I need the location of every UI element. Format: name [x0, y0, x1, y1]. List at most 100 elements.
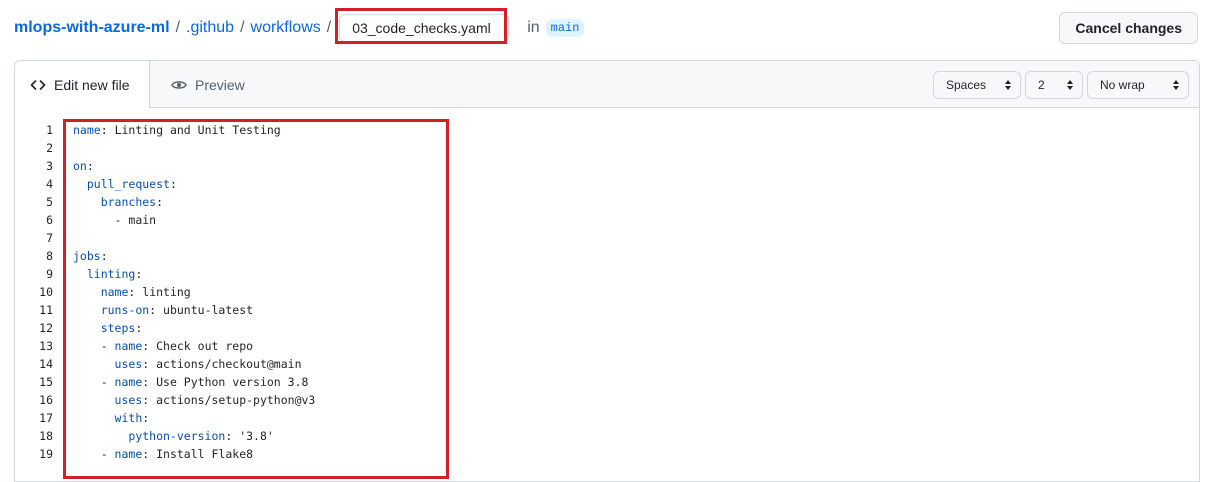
tab-edit-label: Edit new file: [54, 76, 130, 93]
code-editor[interactable]: 19 - name: Install Flake8 18 python-versi…: [15, 108, 1199, 481]
yaml-colon: :: [156, 195, 164, 209]
yaml-value: linting: [135, 285, 191, 299]
yaml-key: name: [100, 285, 129, 299]
yaml-key: uses: [114, 393, 143, 407]
line-number: 10: [39, 285, 53, 299]
breadcrumb-separator: /: [326, 19, 332, 36]
code-text: on:: [73, 157, 94, 175]
code-line[interactable]: 16 uses: actions/setup-python@v3: [15, 391, 1199, 409]
wrap-mode-value: No wrap: [1100, 78, 1145, 92]
line-number: 14: [39, 357, 53, 371]
code-line[interactable]: 15 - name: Use Python version 3.8: [15, 373, 1199, 391]
code-line[interactable]: 11 runs-on: ubuntu-latest: [15, 301, 1199, 319]
line-number: 1: [46, 123, 53, 137]
breadcrumb-separator: /: [175, 19, 181, 36]
code-line[interactable]: 19 - name: Install Flake8: [15, 445, 1199, 463]
breadcrumb: mlops-with-azure-ml / .github / workflow…: [14, 8, 585, 44]
yaml-key: name: [114, 447, 143, 461]
code-text: steps:: [73, 319, 143, 337]
code-brackets-icon: [30, 77, 46, 93]
code-text: jobs:: [73, 247, 108, 265]
code-text: uses: actions/setup-python@v3: [73, 391, 316, 409]
code-text: name: linting: [73, 283, 191, 301]
code-line[interactable]: 7: [15, 229, 1199, 247]
indent-mode-select[interactable]: Spaces: [933, 71, 1021, 99]
line-number: 11: [39, 303, 53, 317]
code-text: python-version: '3.8': [73, 427, 274, 445]
code-line[interactable]: 14 uses: actions/checkout@main: [15, 355, 1199, 373]
yaml-colon: :: [135, 267, 143, 281]
code-line[interactable]: 8 jobs:: [15, 247, 1199, 265]
yaml-value: - main: [114, 213, 157, 227]
yaml-colon: :: [135, 321, 143, 335]
breadcrumb-workflows-folder-link[interactable]: workflows: [251, 19, 321, 37]
cancel-changes-button[interactable]: Cancel changes: [1059, 12, 1198, 44]
line-number: 15: [39, 375, 53, 389]
indent-size-value: 2: [1038, 78, 1045, 92]
indent-size-select[interactable]: 2: [1025, 71, 1083, 99]
yaml-value: '3.8': [232, 429, 274, 443]
code-text: - name: Install Flake8: [73, 445, 253, 463]
filename-input[interactable]: [339, 14, 510, 42]
code-line[interactable]: 10 name: linting: [15, 283, 1199, 301]
tab-edit-new-file[interactable]: Edit new file: [15, 61, 150, 108]
code-line[interactable]: 2: [15, 139, 1199, 157]
line-number: 13: [39, 339, 53, 353]
breadcrumb-separator: /: [240, 19, 245, 36]
yaml-colon: :: [142, 411, 150, 425]
yaml-value: actions/checkout@main: [149, 357, 302, 371]
filename-field-wrapper: [335, 8, 510, 44]
code-line[interactable]: 13 - name: Check out repo: [15, 337, 1199, 355]
code-text: linting:: [73, 265, 142, 283]
code-text: - name: Check out repo: [73, 337, 253, 355]
line-number: 19: [39, 447, 53, 461]
code-text: uses: actions/checkout@main: [73, 355, 302, 373]
code-line[interactable]: 12 steps:: [15, 319, 1199, 337]
tab-preview-label: Preview: [195, 76, 245, 93]
code-line[interactable]: 6 - main: [15, 211, 1199, 229]
line-number: 2: [46, 141, 53, 155]
tab-preview[interactable]: Preview: [171, 61, 245, 108]
code-indent: -: [73, 447, 115, 461]
yaml-value: Check out repo: [149, 339, 254, 353]
up-down-arrows-icon: [1004, 79, 1012, 94]
yaml-key: linting: [86, 267, 136, 281]
breadcrumb-repo-link[interactable]: mlops-with-azure-ml: [14, 19, 170, 37]
line-number: 6: [46, 213, 53, 227]
breadcrumb-github-folder-link[interactable]: .github: [186, 19, 234, 37]
wrap-mode-select[interactable]: No wrap: [1087, 71, 1189, 99]
line-number: 17: [39, 411, 53, 425]
yaml-key: with: [114, 411, 143, 425]
code-line[interactable]: 5 branches:: [15, 193, 1199, 211]
yaml-colon: :: [100, 123, 108, 137]
yaml-key: steps: [100, 321, 136, 335]
code-line[interactable]: 18 python-version: '3.8': [15, 427, 1199, 445]
yaml-colon: :: [169, 177, 177, 191]
yaml-colon: :: [100, 249, 108, 263]
yaml-key: pull_request: [86, 177, 170, 191]
code-line[interactable]: 17 with:: [15, 409, 1199, 427]
yaml-key: name: [114, 375, 143, 389]
yaml-key: runs-on: [100, 303, 150, 317]
branch-badge[interactable]: main: [545, 19, 585, 37]
code-line[interactable]: 9 linting:: [15, 265, 1199, 283]
line-number: 5: [46, 195, 53, 209]
code-line[interactable]: 4 pull_request:: [15, 175, 1199, 193]
code-line[interactable]: 1 name: Linting and Unit Testing: [15, 121, 1199, 139]
yaml-colon: :: [86, 159, 94, 173]
code-line[interactable]: 3 on:: [15, 157, 1199, 175]
code-text: name: Linting and Unit Testing: [73, 121, 281, 139]
yaml-value: Install Flake8: [149, 447, 254, 461]
line-number: 16: [39, 393, 53, 407]
eye-icon: [171, 77, 187, 93]
yaml-key: branches: [100, 195, 157, 209]
